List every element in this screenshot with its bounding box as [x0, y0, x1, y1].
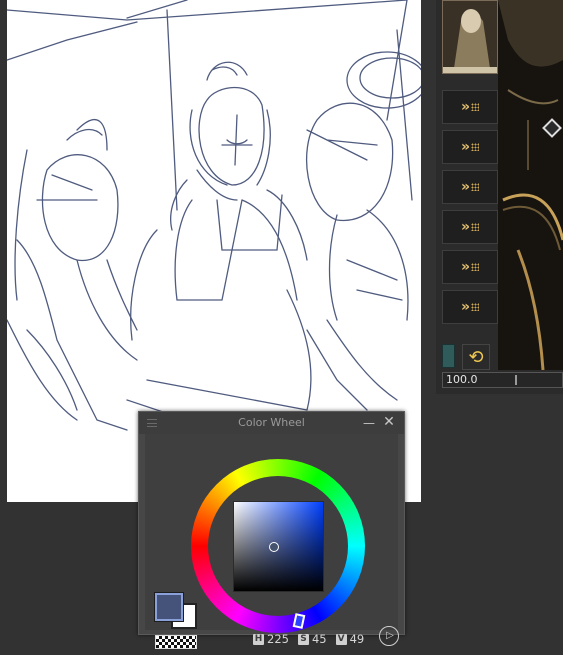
opacity-slider[interactable]: 100.0 — [442, 372, 563, 388]
layer-action-button[interactable]: » — [442, 90, 498, 124]
layer-panel: » » » » » » ⟲ 100.0 — [436, 0, 563, 394]
value-value: 49 — [349, 632, 365, 646]
panel-menu-icon[interactable] — [147, 419, 157, 427]
panel-title: Color Wheel — [238, 416, 305, 429]
saturation-value: 45 — [311, 632, 327, 646]
chevron-right-icon: » — [460, 299, 470, 315]
main-color-swatch[interactable] — [154, 592, 184, 622]
layer-thumbnail[interactable] — [442, 0, 498, 74]
grip-icon — [471, 223, 480, 231]
layer-action-button[interactable]: » — [442, 170, 498, 204]
grip-icon — [471, 183, 480, 191]
layer-action-button[interactable]: » — [442, 290, 498, 324]
layer-action-button[interactable]: » — [442, 250, 498, 284]
hue-tag: H — [253, 633, 264, 645]
saturation-tag: S — [297, 633, 309, 645]
grip-icon — [471, 143, 480, 151]
layer-action-button[interactable]: » — [442, 210, 498, 244]
minimize-button[interactable]: — — [362, 416, 376, 430]
hue-value: 225 — [267, 632, 289, 646]
chevron-right-icon: » — [460, 99, 470, 115]
layer-action-button[interactable]: » — [442, 130, 498, 164]
play-icon[interactable]: ▷ — [379, 626, 399, 646]
color-swatches — [151, 587, 197, 649]
opacity-value: 100.0 — [446, 373, 478, 386]
slider-handle[interactable] — [515, 375, 517, 385]
chevron-right-icon: » — [460, 219, 470, 235]
hue-ring[interactable] — [191, 459, 365, 633]
layer-color-swatch[interactable] — [442, 344, 455, 368]
chevron-right-icon: » — [460, 259, 470, 275]
chevron-right-icon: » — [460, 139, 470, 155]
grip-icon — [471, 303, 480, 311]
value-tag: V — [335, 633, 347, 645]
chevron-right-icon: » — [460, 179, 470, 195]
close-button[interactable]: ✕ — [382, 415, 396, 429]
transparent-color-swatch[interactable] — [155, 635, 197, 649]
hsv-readout: H 225 S 45 V 49 — [253, 632, 373, 646]
color-wheel-body: H 225 S 45 V 49 ▷ — [145, 434, 399, 649]
grip-icon — [471, 103, 480, 111]
side-artwork — [498, 0, 563, 370]
refresh-icon: ⟲ — [468, 346, 484, 368]
refresh-button[interactable]: ⟲ — [462, 344, 490, 370]
color-wheel-panel: Color Wheel — ✕ H 225 S 45 V 49 ▷ — [138, 411, 405, 649]
grip-icon — [471, 263, 480, 271]
